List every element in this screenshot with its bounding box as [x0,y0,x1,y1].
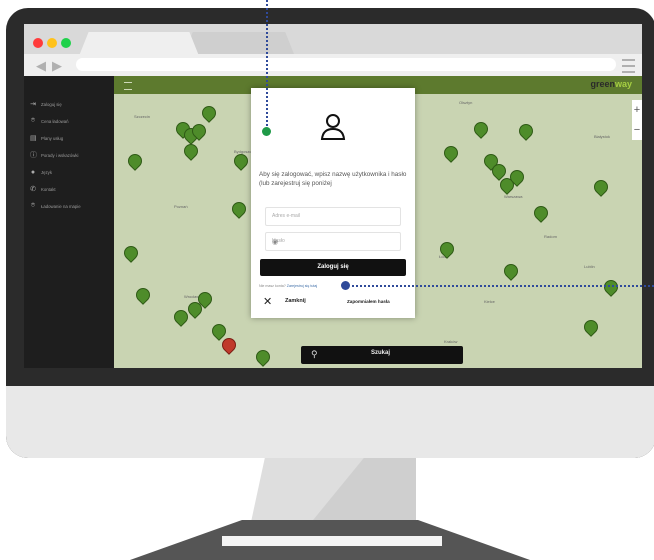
register-prompt: Nie masz konta? Zarejestruj się tutaj [259,284,317,288]
browser-tab-inactive[interactable] [184,32,294,54]
charger-pin[interactable] [531,203,551,223]
charger-pin[interactable] [181,141,201,161]
map-label: Lublin [584,264,595,269]
minimize-window-icon[interactable] [47,38,57,48]
login-instructions: Aby się zalogować, wpisz nazwę użytkowni… [259,171,407,187]
sidebar-item-tips[interactable]: ⓘ Porady i wskazówki [30,149,79,161]
forward-arrow-icon[interactable]: ▶ [52,58,62,74]
password-field[interactable]: Hasło ◉ [265,232,401,251]
charger-pin[interactable] [125,151,145,171]
login-button[interactable]: Zaloguj się [260,259,406,276]
charger-pin[interactable] [199,103,219,123]
info-icon: ⓘ [30,152,37,159]
callout-dot-green [262,127,271,136]
monitor-base-lip [222,536,442,546]
charger-pin[interactable] [441,143,461,163]
charger-pin[interactable] [121,243,141,263]
pin-icon: ⌾ [30,202,36,209]
sidebar-item-label: Ładowanie na mapie [41,203,81,209]
url-bar[interactable] [76,58,616,71]
user-icon [320,114,346,140]
browser-tab-bar [24,24,642,56]
sidebar-item-login[interactable]: ⇥ Zaloguj się [30,98,62,110]
sidebar-item-label: Cena ładowań [41,118,69,124]
map-label: Poznań [174,204,188,209]
charger-pin[interactable] [253,347,273,367]
search-icon: ⚲ [311,349,318,359]
phone-icon: ✆ [30,186,36,193]
callout-dot-blue [341,281,350,290]
charger-pin[interactable] [229,199,249,219]
browser-tab-active[interactable] [79,32,199,56]
sidebar-item-contact[interactable]: ✆ Kontakt [30,183,56,195]
close-icon[interactable]: ✕ [263,295,272,308]
search-label: Szukaj [371,350,391,356]
charger-pin[interactable] [471,119,491,139]
charger-pin[interactable] [516,121,536,141]
close-button[interactable]: Zamknij [285,298,306,304]
sidebar-item-prices[interactable]: ⌾ Cena ładowań [30,115,69,127]
sidebar-item-label: Zaloguj się [41,101,62,107]
map-label: Białystok [594,134,611,139]
address-bar-row: ◀ ▶ [24,54,642,76]
close-window-icon[interactable] [33,38,43,48]
sidebar-item-label: Porady i wskazówki [41,152,79,158]
map-label: Kielce [484,299,495,304]
sidebar-item-map-charging[interactable]: ⌾ Ładowanie na mapie [30,200,81,212]
sidebar-item-label: Język [41,169,52,175]
maximize-window-icon[interactable] [61,38,71,48]
brand-logo: greenway [590,79,632,89]
register-prefix: Nie masz konta? [259,284,286,288]
map-label: Radom [544,234,557,239]
sidebar-item-label: Kontakt [41,186,56,192]
charger-pin[interactable] [591,177,611,197]
login-modal: Aby się zalogować, wpisz nazwę użytkowni… [251,88,415,318]
email-placeholder: Adres e-mail [272,213,301,219]
brand-logo-prefix: green [590,79,615,89]
globe-icon: ● [30,168,36,176]
charger-pin[interactable] [501,261,521,281]
brand-logo-suffix: way [614,79,632,89]
callout-line-horizontal [347,285,654,287]
charger-pin[interactable] [231,151,251,171]
map-search-bar[interactable]: ⚲ Szukaj [301,346,463,364]
location-icon: ⌾ [30,117,36,124]
map-zoom-controls[interactable]: + − [632,100,642,140]
email-field[interactable]: Adres e-mail [265,207,401,226]
register-link[interactable]: Zarejestruj się tutaj [287,284,317,288]
sidebar-item-language[interactable]: ● Język [30,166,52,178]
app-sidebar: ⇥ Zaloguj się ⌾ Cena ładowań ▤ Plany usł… [24,76,114,368]
login-icon: ⇥ [30,101,36,108]
charger-pin[interactable] [133,285,153,305]
app-menu-icon[interactable] [124,82,132,90]
monitor-chin [6,386,654,458]
eye-icon[interactable]: ◉ [272,238,395,246]
callout-line-vertical [266,0,268,130]
map-label: Kraków [444,339,458,344]
screen: ◀ ▶ ⇥ Zaloguj się ⌾ Cena ładowań ▤ Plany… [24,24,642,368]
charger-pin-busy[interactable] [219,335,239,355]
charger-pin[interactable] [581,317,601,337]
map-label: Olsztyn [459,100,473,105]
back-arrow-icon[interactable]: ◀ [36,58,46,74]
charger-pin[interactable] [601,277,621,297]
map-label: Szczecin [134,114,151,119]
forgot-password-link[interactable]: Zapomniałem hasła [347,299,390,304]
sidebar-item-plans[interactable]: ▤ Plany usług [30,132,63,144]
document-icon: ▤ [30,135,37,142]
sidebar-item-label: Plany usług [41,135,64,141]
hamburger-menu-icon[interactable] [622,59,635,73]
